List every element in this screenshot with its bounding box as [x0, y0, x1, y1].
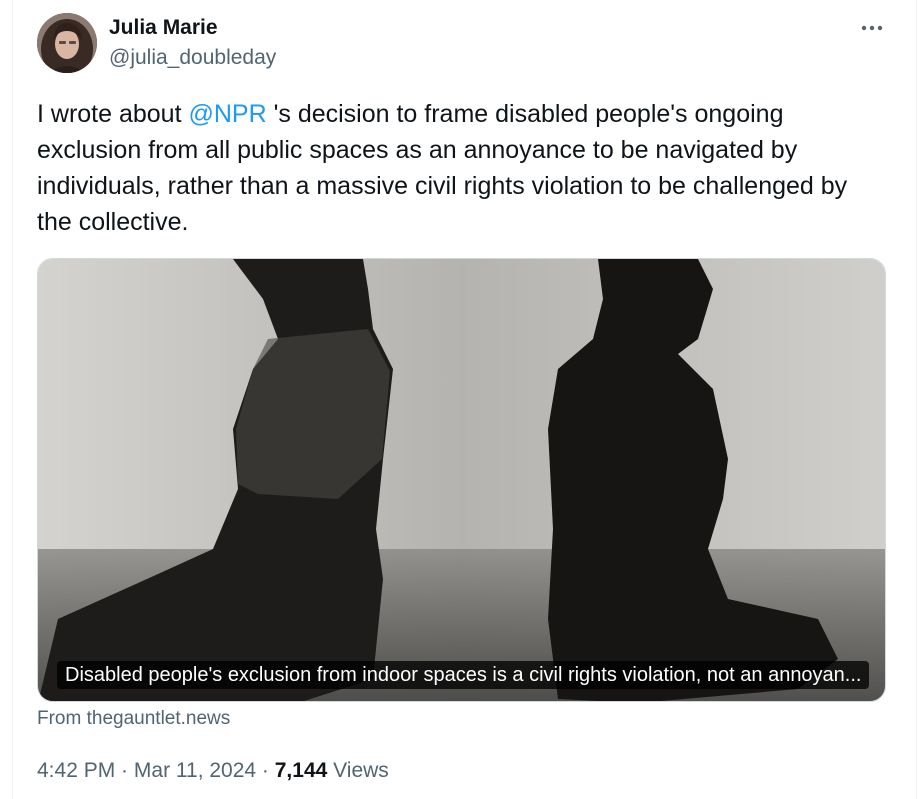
meta-separator: · — [256, 759, 275, 782]
card-source-link[interactable]: From thegauntlet.news — [37, 708, 230, 730]
mention-link[interactable]: @NPR — [188, 100, 266, 128]
views-count: 7,144 — [274, 759, 328, 782]
author-name[interactable]: Julia Marie — [109, 16, 218, 40]
link-card[interactable]: Disabled people's exclusion from indoor … — [37, 258, 886, 702]
card-caption: Disabled people's exclusion from indoor … — [57, 661, 870, 689]
views-label: Views — [327, 759, 389, 782]
tweet-text: I wrote about @NPR 's decision to frame … — [37, 96, 877, 240]
avatar[interactable] — [37, 13, 97, 73]
meta-separator: · — [115, 759, 134, 782]
tweet-meta: 4:42 PM · Mar 11, 2024 · 7,144 Views — [37, 759, 389, 783]
tweet-time[interactable]: 4:42 PM — [37, 759, 115, 782]
tweet-date[interactable]: Mar 11, 2024 — [134, 759, 256, 782]
tweet-text-before: I wrote about — [37, 100, 189, 128]
more-options-button[interactable] — [857, 17, 887, 39]
card-image — [38, 259, 885, 701]
more-horizontal-icon — [861, 25, 883, 31]
author-handle[interactable]: @julia_doubleday — [109, 46, 276, 70]
